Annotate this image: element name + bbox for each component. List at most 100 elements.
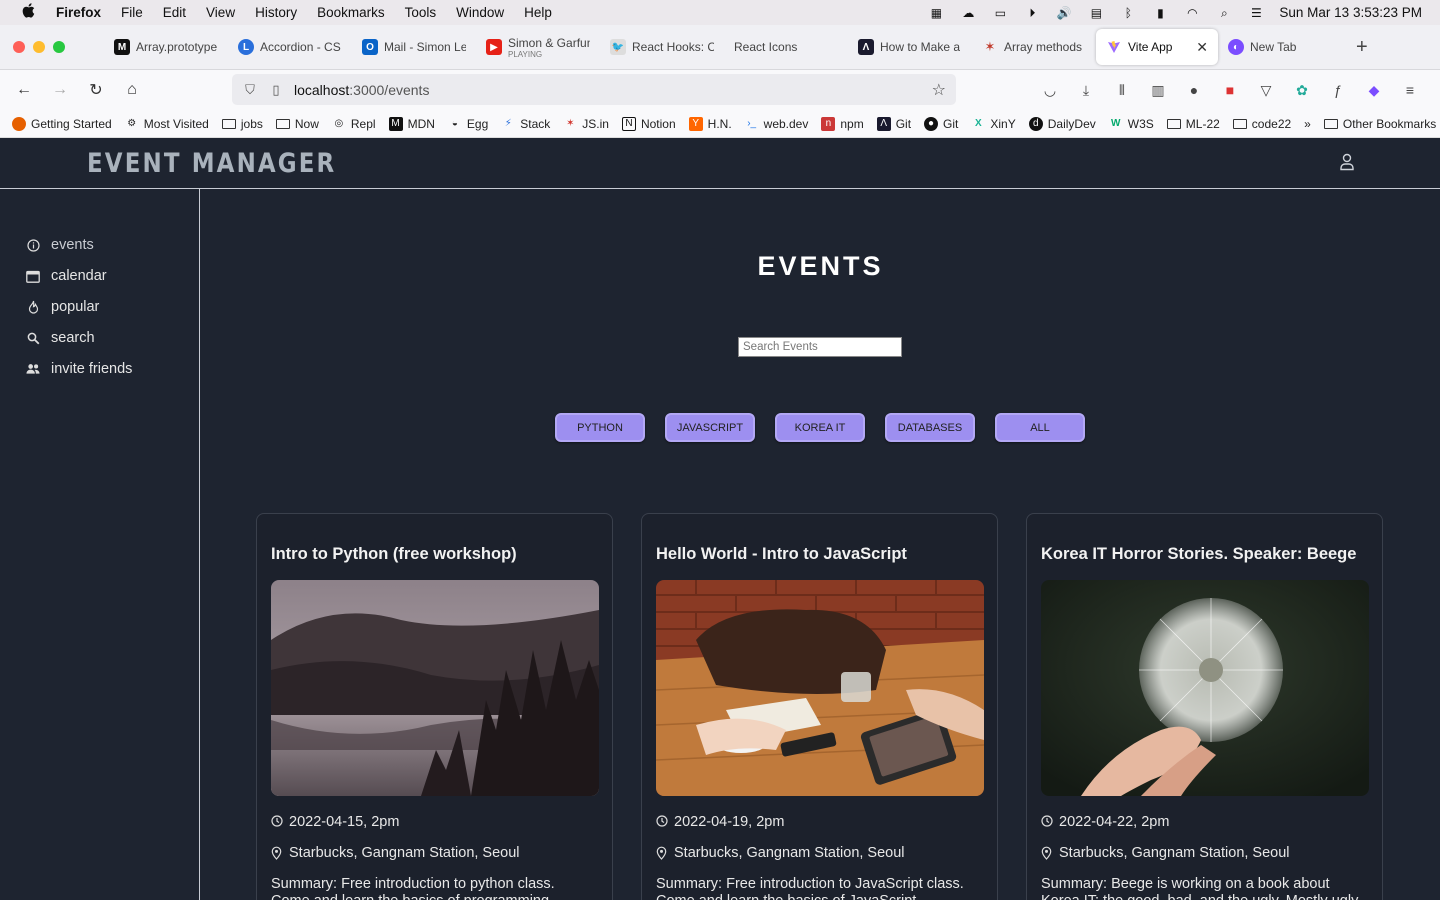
library-icon[interactable]: ⫴	[1112, 82, 1132, 99]
close-tab-icon[interactable]: ✕	[1196, 39, 1208, 56]
bookmark-folder-other[interactable]: Other Bookmarks	[1323, 117, 1436, 131]
tab-array-prototype[interactable]: M Array.prototype	[104, 29, 228, 65]
bookmark-npm[interactable]: n npm	[821, 116, 864, 131]
control-center-icon[interactable]: ☰	[1247, 7, 1265, 19]
sidebar-item-events[interactable]: events	[26, 237, 94, 253]
tab-simon-garfunkel[interactable]: ▶ Simon & Garfun PLAYING	[476, 29, 600, 65]
tab-new-tab[interactable]: ◐ New Tab	[1218, 29, 1342, 65]
bookmark-jsin[interactable]: ✶ JS.in	[563, 117, 609, 131]
home-icon[interactable]: ⌂	[114, 81, 150, 99]
menu-edit[interactable]: Edit	[153, 5, 196, 20]
bookmark-egg[interactable]: ◒ Egg	[448, 117, 488, 131]
new-tab-plus-icon[interactable]: +	[1356, 36, 1368, 59]
bookmarks-overflow-chevron-icon[interactable]: »	[1304, 117, 1311, 131]
menu-app-name[interactable]: Firefox	[56, 5, 111, 20]
play-icon[interactable]: ⏵	[1023, 7, 1041, 19]
menubar-clock[interactable]: Sun Mar 13 3:53:23 PM	[1279, 5, 1422, 20]
bookmark-webdev[interactable]: ›_ web.dev	[745, 117, 808, 131]
tab-array-methods[interactable]: ✶ Array methods	[972, 29, 1096, 65]
bookmark-folder-code22[interactable]: code22	[1232, 117, 1291, 131]
sidebar-item-invite-friends[interactable]: invite friends	[26, 361, 132, 377]
hamburger-menu-icon[interactable]: ≡	[1400, 82, 1420, 98]
minimize-window-button[interactable]	[33, 41, 45, 53]
menu-window[interactable]: Window	[446, 5, 514, 20]
bookmark-repl[interactable]: ◎ Repl	[332, 117, 376, 131]
event-title[interactable]: Korea IT Horror Stories. Speaker: Beege	[1041, 545, 1356, 564]
extension-s-icon[interactable]: ●	[1184, 82, 1204, 98]
flag-icon[interactable]: ▤	[1087, 7, 1105, 19]
bookmark-star-icon[interactable]: ☆	[932, 80, 946, 100]
event-card[interactable]: Intro to Python (free workshop) 2022-04-…	[256, 513, 613, 900]
tab-accordion[interactable]: L Accordion - CS	[228, 29, 352, 65]
close-window-button[interactable]	[13, 41, 25, 53]
filter-korea-it-button[interactable]: KOREA IT	[775, 413, 865, 442]
sidebar-item-calendar[interactable]: calendar	[26, 268, 107, 284]
app-sidebar: events calendar popular search invite fr…	[0, 189, 200, 900]
menu-bookmarks[interactable]: Bookmarks	[307, 5, 395, 20]
tab-how-to-make[interactable]: Λ How to Make a	[848, 29, 972, 65]
gear-icon: ⚙	[127, 118, 137, 129]
docker-icon[interactable]: ▦	[927, 7, 945, 19]
search-events-input[interactable]	[738, 337, 902, 357]
event-card[interactable]: Korea IT Horror Stories. Speaker: Beege	[1026, 513, 1383, 900]
bookmark-folder-ml22[interactable]: ML-22	[1166, 117, 1220, 131]
event-card[interactable]: Hello World - Intro to JavaScript 2022-0…	[641, 513, 998, 900]
bookmark-stack[interactable]: ⚡ Stack	[501, 117, 551, 131]
bookmark-dailydev[interactable]: d DailyDev	[1028, 116, 1096, 131]
apple-icon[interactable]	[0, 3, 56, 22]
bookmark-hn[interactable]: Y H.N.	[688, 116, 732, 131]
bookmark-git-1[interactable]: Λ Git	[876, 116, 911, 131]
filter-databases-button[interactable]: DATABASES	[885, 413, 975, 442]
menu-tools[interactable]: Tools	[395, 5, 447, 20]
zoom-window-button[interactable]	[53, 41, 65, 53]
event-title[interactable]: Hello World - Intro to JavaScript	[656, 545, 907, 564]
back-arrow-icon[interactable]: ←	[6, 81, 42, 99]
wifi-icon[interactable]: ◠	[1183, 7, 1201, 19]
reload-icon[interactable]: ↻	[78, 80, 114, 100]
url-bar[interactable]: ⛉ ▯ localhost:3000/events ☆	[232, 74, 956, 105]
tab-mail[interactable]: O Mail - Simon Le	[352, 29, 476, 65]
bookmark-folder-jobs[interactable]: jobs	[221, 117, 263, 131]
battery-icon[interactable]: ▮	[1151, 7, 1169, 19]
menu-view[interactable]: View	[196, 5, 245, 20]
download-icon[interactable]: ⤓	[1076, 82, 1096, 99]
cloud-icon[interactable]: ☁	[959, 7, 977, 19]
bookmark-notion[interactable]: N Notion	[621, 116, 676, 131]
font-finder-icon[interactable]: ƒ	[1328, 82, 1348, 98]
extension-purple-icon[interactable]: ◆	[1364, 82, 1384, 99]
bluetooth-icon[interactable]: ᛒ	[1119, 7, 1137, 19]
menu-help[interactable]: Help	[514, 5, 562, 20]
url-text[interactable]: localhost:3000/events	[294, 82, 429, 98]
filter-all-button[interactable]: ALL	[995, 413, 1085, 442]
volume-icon[interactable]: 🔊	[1055, 7, 1073, 19]
sidebar-item-search[interactable]: search	[26, 330, 95, 346]
tab-vite-app[interactable]: Vite App ✕	[1096, 29, 1218, 65]
bookmark-most-visited[interactable]: ⚙ Most Visited	[125, 117, 209, 131]
extension-red-icon[interactable]: ■	[1220, 82, 1240, 98]
tab-react-icons[interactable]: React Icons	[724, 29, 848, 65]
menu-history[interactable]: History	[245, 5, 307, 20]
bookmark-folder-now[interactable]: Now	[275, 117, 319, 131]
tab-title: Simon & Garfun	[508, 35, 590, 50]
pocket-icon[interactable]: ◡	[1040, 82, 1060, 99]
sidebar-toggle-icon[interactable]: ▥	[1148, 82, 1168, 99]
filter-javascript-button[interactable]: JAVASCRIPT	[665, 413, 755, 442]
bookmark-mdn[interactable]: M MDN	[388, 116, 435, 131]
bookmark-xiny[interactable]: X XinY	[971, 117, 1016, 131]
bookmark-git-2[interactable]: ● Git	[924, 116, 958, 131]
event-title[interactable]: Intro to Python (free workshop)	[271, 545, 517, 564]
sidebar-item-popular[interactable]: popular	[26, 299, 99, 315]
shield-icon[interactable]: ⛉	[242, 82, 258, 98]
extension-v-icon[interactable]: ▽	[1256, 82, 1276, 99]
bookmark-getting-started[interactable]: Getting Started	[12, 116, 112, 131]
keyboard-icon[interactable]: ▭	[991, 7, 1009, 19]
user-profile-icon[interactable]	[1339, 153, 1355, 171]
menu-file[interactable]: File	[111, 5, 153, 20]
tab-react-hooks[interactable]: 🐦 React Hooks: C	[600, 29, 724, 65]
forward-arrow-icon[interactable]: →	[42, 81, 78, 99]
bookmark-w3s[interactable]: W W3S	[1109, 117, 1154, 131]
filter-python-button[interactable]: PYTHON	[555, 413, 645, 442]
app-logo[interactable]: EVENT MANAGER	[87, 148, 336, 179]
spotlight-icon[interactable]: ⌕	[1215, 7, 1233, 19]
color-picker-icon[interactable]: ✿	[1292, 82, 1312, 99]
